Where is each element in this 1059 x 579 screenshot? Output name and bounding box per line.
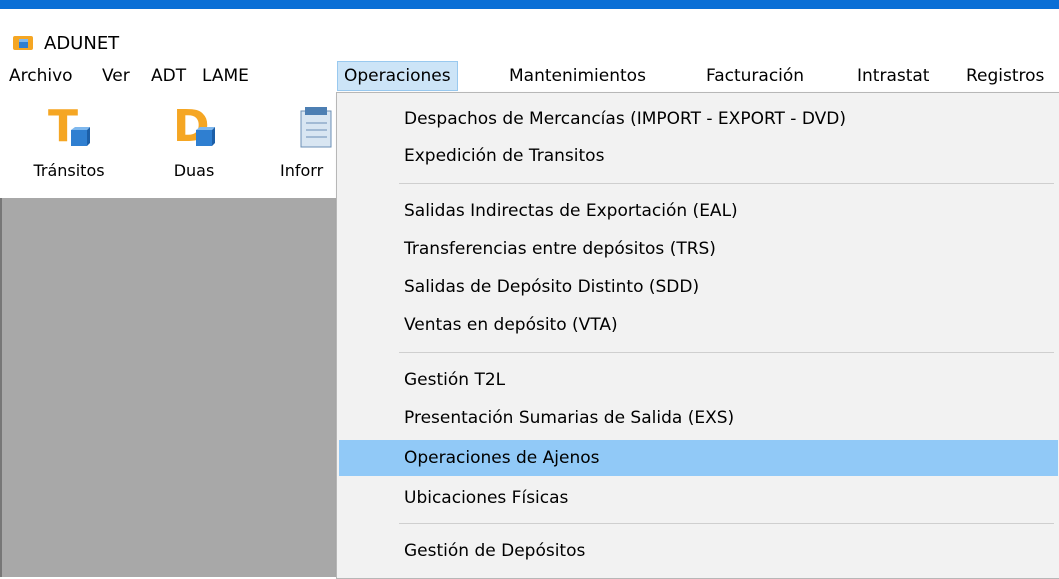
menu-item-gestion-depositos[interactable]: Gestión de Depósitos [339,533,1058,569]
menu-item-gestion-t2l[interactable]: Gestión T2L [339,362,1058,398]
menu-adt[interactable]: ADT [151,63,186,89]
toolbar-transitos-label: Tránsitos [33,161,105,180]
toolbar-duas-button[interactable]: D Duas [164,105,224,180]
transitos-icon: T [46,105,92,149]
title-bar: ADUNET [0,9,1059,59]
toolbar-transitos-button[interactable]: T Tránsitos [28,105,110,181]
menu-facturacion[interactable]: Facturación [706,63,804,89]
menu-item-operaciones-ajenos[interactable]: Operaciones de Ajenos [339,440,1058,476]
menu-separator [399,523,1054,524]
menu-separator [399,183,1054,184]
toolbar-duas-label: Duas [173,161,215,180]
menu-item-transferencias-trs[interactable]: Transferencias entre depósitos (TRS) [339,231,1058,267]
menu-item-ubicaciones-fisicas[interactable]: Ubicaciones Físicas [339,480,1058,516]
menu-item-sumarias-salida-exs[interactable]: Presentación Sumarias de Salida (EXS) [339,400,1058,436]
operaciones-dropdown-menu: Despachos de Mercancías (IMPORT - EXPORT… [336,92,1059,579]
menu-item-expedicion-transitos[interactable]: Expedición de Transitos [339,138,1058,174]
window-top-border [0,0,1059,9]
toolbar-informes-button[interactable]: Inforr [280,105,336,180]
menu-operaciones[interactable]: Operaciones [337,61,458,91]
informes-icon [290,105,336,149]
menu-item-salidas-deposito-sdd[interactable]: Salidas de Depósito Distinto (SDD) [339,269,1058,305]
duas-icon: D [171,105,217,149]
menu-intrastat[interactable]: Intrastat [857,63,929,89]
menu-archivo[interactable]: Archivo [9,63,73,89]
menu-item-despachos-mercancias[interactable]: Despachos de Mercancías (IMPORT - EXPORT… [339,101,1058,137]
menu-separator [399,352,1054,353]
menu-item-ventas-deposito-vta[interactable]: Ventas en depósito (VTA) [339,307,1058,343]
menu-mantenimientos[interactable]: Mantenimientos [509,63,646,89]
menu-lame[interactable]: LAME [202,63,249,89]
window-title: ADUNET [44,33,120,54]
menu-bar: Archivo Ver ADT LAME Operaciones Manteni… [0,59,1059,93]
menu-ver[interactable]: Ver [102,63,130,89]
menu-item-salidas-indirectas-eal[interactable]: Salidas Indirectas de Exportación (EAL) [339,193,1058,229]
menu-registros[interactable]: Registros [966,63,1044,89]
toolbar-informes-label: Inforr [280,161,324,180]
adunet-cube-icon [13,36,33,50]
